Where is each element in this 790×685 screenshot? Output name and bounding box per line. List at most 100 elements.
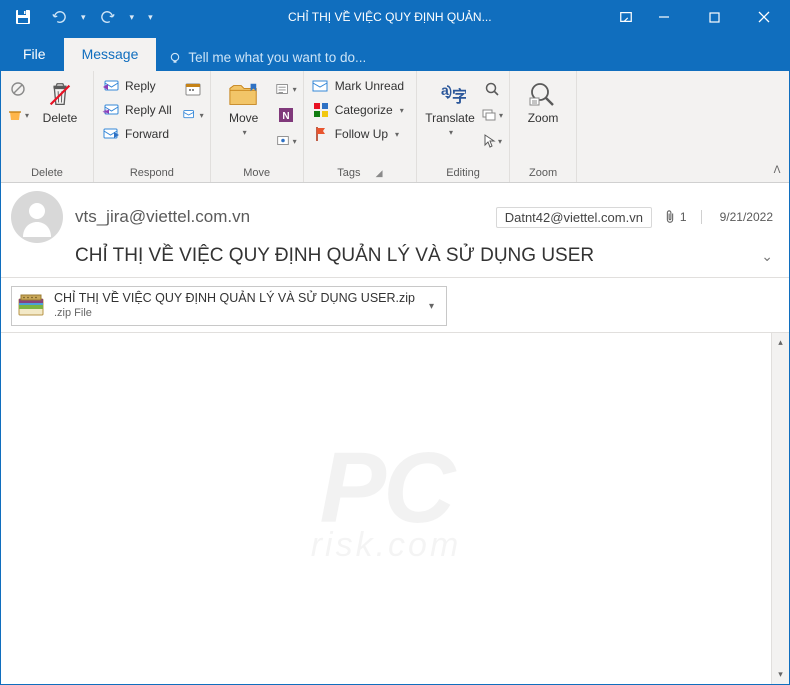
forward-button[interactable]: Forward [100,123,178,145]
move-button[interactable]: Move▾ [217,75,271,140]
reply-all-label: Reply All [125,103,172,117]
tags-launcher-icon[interactable]: ◢ [376,168,383,179]
move-folder-icon [228,79,260,111]
translate-button[interactable]: a字 Translate▾ [423,75,477,140]
group-delete-label: Delete [31,165,63,180]
delete-icon [44,79,76,111]
redo-dropdown-icon[interactable]: ▾ [130,12,135,23]
group-tags-label: Tags [337,167,360,179]
to-address[interactable]: Datnt42@viettel.com.vn [496,207,652,228]
svg-text:N: N [282,111,289,122]
group-respond: Reply Reply All Forward ▾ Respond [94,71,211,182]
ignore-button[interactable] [7,79,29,99]
attachment-filetype: .zip File [54,307,415,321]
ribbon-display-options[interactable] [619,10,633,24]
minimize-button[interactable] [639,1,689,33]
group-editing: a字 Translate▾ ▾ ▾ Editing [417,71,510,182]
onenote-button[interactable]: N [275,105,297,125]
collapse-ribbon-button[interactable]: ᐱ [765,71,789,182]
vertical-scrollbar[interactable]: ▴ ▾ [771,333,789,684]
forward-icon [102,125,120,143]
save-button[interactable] [9,3,37,31]
translate-icon: a字 [434,79,466,111]
flag-icon [312,125,330,143]
group-respond-label: Respond [130,165,174,180]
zoom-icon [527,79,559,111]
from-address[interactable]: vts_jira@viettel.com.vn [75,207,250,226]
forward-label: Forward [125,127,169,141]
rules-button[interactable]: ▾ [275,79,297,99]
message-body: PC risk.com [1,333,771,684]
svg-text:a: a [441,82,449,98]
message-body-container: PC risk.com ▴ ▾ [1,333,789,684]
ribbon: ▾ Delete Delete Reply Re [1,71,789,183]
tab-message[interactable]: Message [64,38,157,71]
move-label: Move▾ [229,112,258,138]
tab-file[interactable]: File [5,38,64,71]
tell-me-label: Tell me what you want to do... [188,50,366,65]
watermark-line1: PC [320,446,453,531]
categorize-label: Categorize [335,103,393,117]
avatar [11,191,63,243]
actions-button[interactable]: ▾ [275,131,297,151]
customize-qat-icon[interactable]: ▾ [148,12,153,23]
window-title: CHỈ THỊ VỀ VIỆC QUY ĐỊNH QUẢN... [161,10,619,24]
outlook-message-window: ▾ ▾ ▾ CHỈ THỊ VỀ VIỆC QUY ĐỊNH QUẢN... F… [0,0,790,685]
more-respond-button[interactable]: ▾ [182,105,204,125]
attachment-filename: CHỈ THỊ VỀ VIỆC QUY ĐỊNH QUẢN LÝ VÀ SỬ D… [54,291,415,307]
lightbulb-icon [168,51,182,65]
scroll-up-icon[interactable]: ▴ [778,333,783,352]
translate-label: Translate▾ [425,112,475,138]
chevron-down-icon: ▾ [200,111,204,120]
expand-header-button[interactable]: ⌄ [761,248,773,265]
mark-unread-button[interactable]: Mark Unread [310,75,410,97]
follow-up-label: Follow Up [335,127,388,141]
attachment-item[interactable]: CHỈ THỊ VỀ VIỆC QUY ĐỊNH QUẢN LÝ VÀ SỬ D… [11,286,447,326]
categorize-button[interactable]: Categorize▾ [310,99,410,121]
mark-unread-icon [312,77,330,95]
reply-label: Reply [125,79,156,93]
reply-icon [102,77,120,95]
person-icon [17,197,57,237]
group-zoom-label: Zoom [529,165,557,180]
find-button[interactable] [481,79,503,99]
delete-label: Delete [43,112,78,125]
attachment-count: 1 [680,210,687,224]
select-button[interactable]: ▾ [481,131,503,151]
mark-unread-label: Mark Unread [335,79,404,93]
group-tags: Mark Unread Categorize▾ Follow Up▾ Tags … [304,71,417,182]
categorize-icon [312,101,330,119]
reply-all-button[interactable]: Reply All [100,99,178,121]
undo-button[interactable] [45,3,73,31]
group-move-label: Move [243,165,270,180]
junk-dropdown-icon: ▾ [25,111,29,120]
junk-button[interactable]: ▾ [7,105,29,125]
meeting-button[interactable] [182,79,204,99]
group-editing-label: Editing [446,165,480,180]
zip-file-icon [16,291,46,321]
group-delete: ▾ Delete Delete [1,71,94,182]
close-button[interactable] [739,1,789,33]
attachment-dropdown-icon[interactable]: ▾ [423,295,440,318]
related-button[interactable]: ▾ [481,105,503,125]
zoom-button[interactable]: Zoom [516,75,570,127]
reply-button[interactable]: Reply [100,75,178,97]
window-controls [639,1,789,33]
delete-button[interactable]: Delete [33,75,87,127]
redo-button[interactable] [94,3,122,31]
message-date: 9/21/2022 [720,210,773,224]
attachment-indicator: 1 [664,210,702,224]
svg-text:字: 字 [452,87,466,106]
zoom-label: Zoom [528,112,559,125]
watermark: PC risk.com [1,333,771,678]
attachment-area: CHỈ THỊ VỀ VIỆC QUY ĐỊNH QUẢN LÝ VÀ SỬ D… [1,278,789,333]
group-zoom: Zoom Zoom [510,71,577,182]
follow-up-button[interactable]: Follow Up▾ [310,123,410,145]
tell-me-search[interactable]: Tell me what you want to do... [156,50,378,71]
group-move: Move▾ ▾ N ▾ Move [211,71,304,182]
undo-dropdown-icon[interactable]: ▾ [81,12,86,23]
maximize-button[interactable] [689,1,739,33]
scroll-down-icon[interactable]: ▾ [778,665,783,684]
reply-all-icon [102,101,120,119]
quick-access-toolbar: ▾ ▾ ▾ [1,3,161,31]
